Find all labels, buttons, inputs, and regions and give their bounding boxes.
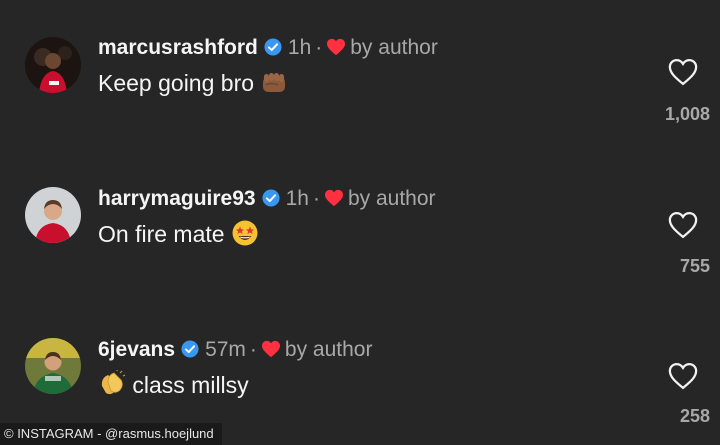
username[interactable]: harrymaguire93 xyxy=(98,187,256,210)
separator-dot: · xyxy=(312,187,320,210)
comment-text-content: Keep going bro xyxy=(98,70,255,96)
avatar[interactable] xyxy=(25,37,81,93)
comment-text: Keep going bro xyxy=(98,68,288,97)
username[interactable]: marcusrashford xyxy=(98,36,258,59)
verified-badge-icon xyxy=(262,189,280,207)
avatar[interactable] xyxy=(25,338,81,394)
avatar[interactable] xyxy=(25,187,81,243)
comment-time: 1h xyxy=(287,36,312,59)
fist-emoji-icon xyxy=(263,73,286,92)
liked-by-author-label: by author xyxy=(350,36,438,59)
like-count: 755 xyxy=(679,256,710,276)
liked-by-author-heart-icon xyxy=(261,340,280,358)
comment-text: class millsy xyxy=(98,370,249,399)
verified-badge-icon xyxy=(264,38,282,56)
like-count: 1,008 xyxy=(664,104,710,124)
comment-text-content: class millsy xyxy=(132,372,249,398)
comment-item: harrymaguire93 1h · by author On fire mate … xyxy=(0,145,720,295)
comment-item: 6jevans 57m · by author class millsy 258 xyxy=(0,295,720,426)
liked-by-author-label: by author xyxy=(284,338,373,361)
comment-time: 57m xyxy=(205,338,246,361)
separator-dot: · xyxy=(249,338,257,361)
liked-by-author-heart-icon xyxy=(327,38,346,56)
separator-dot: · xyxy=(315,36,323,59)
comment-meta: marcusrashford 1h · by author xyxy=(98,35,438,61)
comment-meta: 6jevans 57m · by author xyxy=(98,337,372,363)
star-struck-emoji-icon xyxy=(232,220,258,246)
like-heart-icon[interactable] xyxy=(668,58,698,86)
username[interactable]: 6jevans xyxy=(98,338,175,361)
like-heart-icon[interactable] xyxy=(668,362,698,390)
liked-by-author-heart-icon xyxy=(324,189,343,207)
like-count: 258 xyxy=(679,406,710,426)
image-credit-caption: © INSTAGRAM - @rasmus.hoejlund xyxy=(0,423,222,445)
liked-by-author-label: by author xyxy=(347,187,436,210)
comment-text-content: On fire mate xyxy=(98,221,225,247)
comment-time: 1h xyxy=(285,187,309,210)
comment-text: On fire mate xyxy=(98,219,259,248)
comment-item: marcusrashford 1h · by author Keep going br… xyxy=(0,0,720,145)
comment-meta: harrymaguire93 1h · by author xyxy=(98,186,436,212)
clapping-hands-emoji-icon xyxy=(101,370,126,395)
verified-badge-icon xyxy=(181,340,199,358)
like-heart-icon[interactable] xyxy=(668,211,698,239)
